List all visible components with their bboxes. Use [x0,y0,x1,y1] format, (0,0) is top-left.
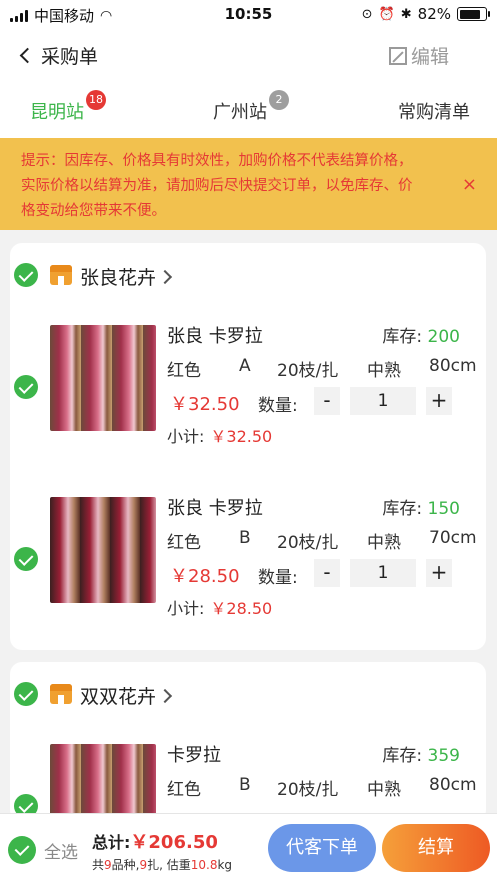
alarm-icon: ⏰ [378,6,395,22]
chevron-left-icon [19,47,36,64]
check-icon[interactable] [14,375,38,399]
select-all-checkbox[interactable] [8,836,36,864]
check-icon[interactable] [14,682,38,706]
proxy-order-button[interactable]: 代客下单 [268,824,376,872]
product-name: 张良 卡罗拉 [167,326,263,347]
stock-info: 库存: 200 [382,327,460,347]
chevron-right-icon [157,269,173,285]
cart-item: 卡罗拉 库存: 359 红色 B 20枝/扎 中熟 80cm [10,739,486,822]
count-badge: 18 [86,90,106,110]
unit-price: ￥32.50 [170,394,240,415]
store-header[interactable]: 张良花卉 [10,243,486,309]
quantity-label: 数量: [258,568,298,588]
bluetooth-icon: ✱ [400,6,412,22]
count-badge: 2 [269,90,289,110]
checkout-button[interactable]: 结算 [382,824,490,872]
battery-icon [457,7,490,21]
tab-label: 常购清单 [398,102,470,123]
shop-icon [50,265,72,285]
check-icon[interactable] [14,547,38,571]
store-card: 张良花卉 张良 卡罗拉 库存: 200 红色 A 20枝/扎 中熟 80cm ￥… [10,243,486,650]
select-all-label[interactable]: 全选 [44,838,78,863]
total-price: 总计:￥206.50 [92,832,218,853]
quantity-input[interactable]: 1 [350,387,416,415]
cart-item: 张良 卡罗拉 库存: 200 红色 A 20枝/扎 中熟 80cm ￥32.50… [10,320,486,460]
tab-guangzhou[interactable]: 广州站 2 [213,90,289,124]
product-image[interactable] [50,325,156,431]
order-summary: 共9品种,9扎, 估重10.8kg [92,858,233,872]
back-button[interactable]: 采购单 [19,42,99,69]
edit-label: 编辑 [410,46,449,68]
product-image[interactable] [50,497,156,603]
tab-label: 昆明站 [30,102,84,123]
product-image[interactable] [50,744,156,822]
quantity-label: 数量: [258,396,298,416]
edit-button[interactable]: 编辑 [388,42,449,69]
notice-banner: 提示：因库存、价格具有时效性，加购价格不代表结算价格， 实际价格以结算为准，请加… [0,138,497,230]
check-icon[interactable] [14,263,38,287]
chevron-right-icon [157,688,173,704]
notice-line: 提示：因库存、价格具有时效性，加购价格不代表结算价格， [21,153,413,169]
tab-label: 广州站 [213,102,267,123]
increase-button[interactable]: + [426,387,452,415]
tab-kunming[interactable]: 昆明站 18 [30,90,106,124]
lock-rotation-icon: ⊙ [361,6,373,22]
page-title: 采购单 [41,46,99,68]
item-subtotal: 小计: ￥28.50 [167,599,273,618]
product-name: 张良 卡罗拉 [167,498,263,519]
increase-button[interactable]: + [426,559,452,587]
unit-price: ￥28.50 [170,566,240,587]
store-name[interactable]: 张良花卉 [80,263,173,290]
product-name: 卡罗拉 [167,745,221,766]
store-name[interactable]: 双双花卉 [80,682,173,709]
quantity-input[interactable]: 1 [350,559,416,587]
edit-icon [388,46,407,65]
battery-percent: 82% [417,5,451,23]
shop-icon [50,684,72,704]
store-card: 双双花卉 卡罗拉 库存: 359 红色 B 20枝/扎 中熟 80cm [10,662,486,822]
decrease-button[interactable]: - [314,559,340,587]
stock-info: 库存: 359 [382,746,460,766]
close-icon[interactable]: × [462,172,477,197]
nav-bar: 采购单 编辑 [0,28,497,82]
status-bar: 中国移动 ◠ 10:55 ⊙ ⏰ ✱ 82% [0,0,497,28]
notice-line: 格变动给您带来不便。 [21,203,166,219]
checkout-bar: 全选 总计:￥206.50 共9品种,9扎, 估重10.8kg 代客下单 结算 [0,813,497,883]
stock-info: 库存: 150 [382,499,460,519]
store-header[interactable]: 双双花卉 [10,662,486,728]
decrease-button[interactable]: - [314,387,340,415]
item-subtotal: 小计: ￥32.50 [167,427,273,446]
tab-frequent-list[interactable]: 常购清单 [398,98,470,124]
station-tabs: 昆明站 18 广州站 2 常购清单 [0,82,497,138]
notice-line: 实际价格以结算为准，请加购后尽快提交订单，以免库存、价 [21,178,413,194]
cart-item: 张良 卡罗拉 库存: 150 红色 B 20枝/扎 中熟 70cm ￥28.50… [10,492,486,632]
